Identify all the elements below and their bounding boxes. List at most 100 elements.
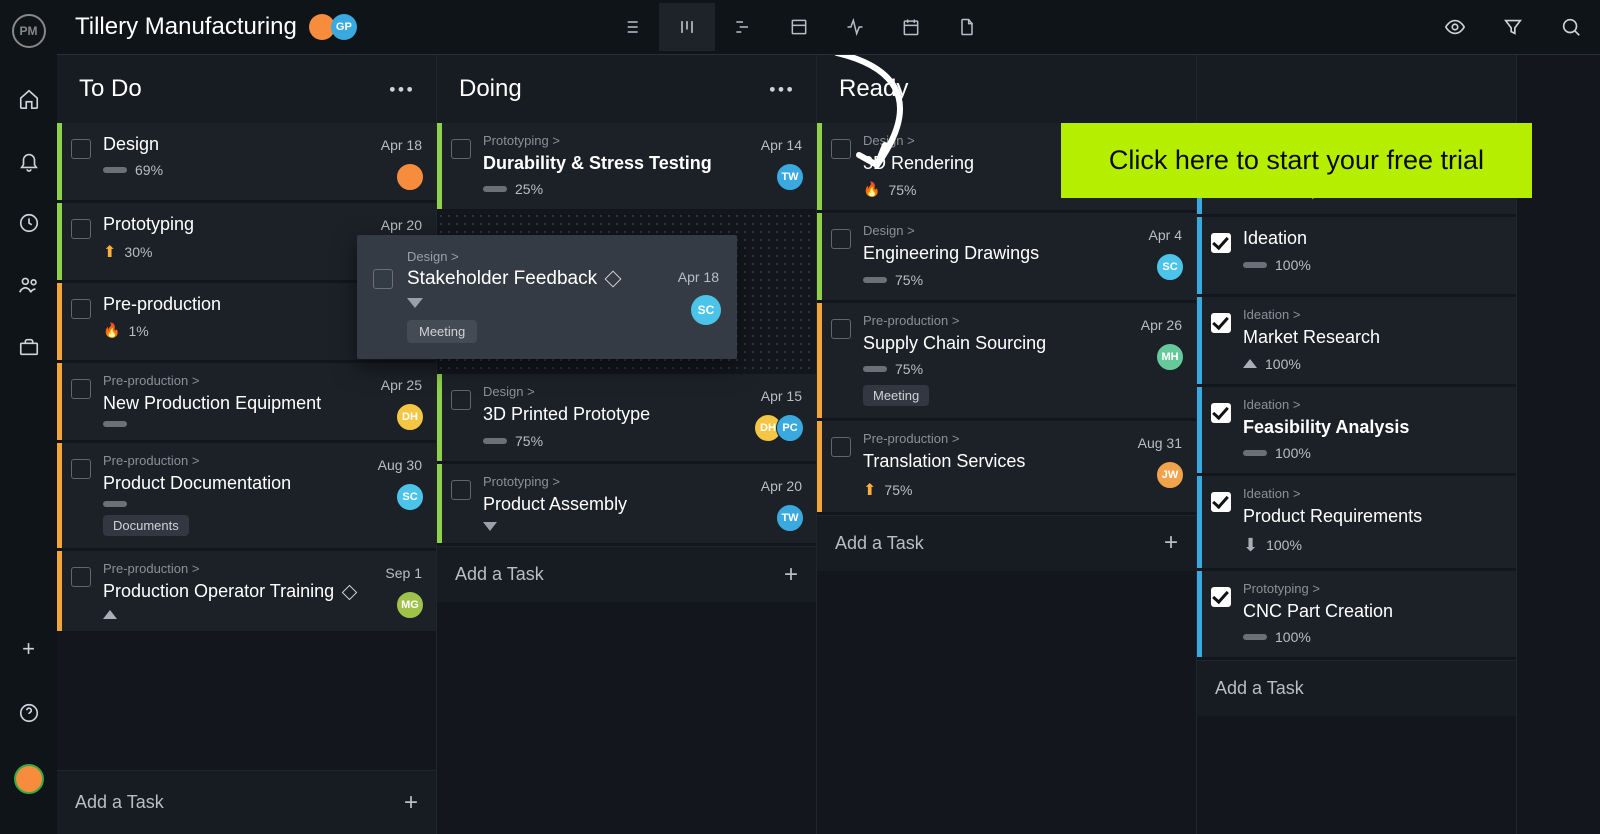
task-title: Product Requirements xyxy=(1243,505,1502,528)
checkbox[interactable] xyxy=(71,139,91,159)
task-card[interactable]: Ideation > Product Requirements ⬇100% xyxy=(1197,476,1516,568)
briefcase-icon[interactable] xyxy=(18,336,40,358)
task-breadcrumb: Design > xyxy=(407,249,719,264)
task-card[interactable]: Prototyping > CNC Part Creation 100% xyxy=(1197,571,1516,658)
assignee-avatar[interactable]: SC xyxy=(396,483,424,511)
assignee-avatar[interactable]: PC xyxy=(776,414,804,442)
task-breadcrumb: Ideation > xyxy=(1243,397,1502,412)
checkbox[interactable] xyxy=(451,139,471,159)
filter-icon[interactable] xyxy=(1502,16,1524,38)
history-icon[interactable] xyxy=(18,212,40,234)
assignee-avatar[interactable]: MG xyxy=(396,591,424,619)
task-card[interactable]: Pre-production > New Production Equipmen… xyxy=(57,363,436,441)
task-percent: 75% xyxy=(515,433,543,449)
dragging-card[interactable]: Design > Stakeholder Feedback Apr 18 SC … xyxy=(357,235,737,359)
task-title: Feasibility Analysis xyxy=(1243,416,1502,439)
task-title: Production Operator Training xyxy=(103,580,422,603)
view-list-icon[interactable] xyxy=(603,3,659,51)
task-card[interactable]: Pre-production > Product Documentation A… xyxy=(57,443,436,549)
assignee-avatar[interactable]: MH xyxy=(1156,343,1184,371)
task-card[interactable]: Prototyping > Durability & Stress Testin… xyxy=(437,123,816,210)
people-icon[interactable] xyxy=(18,274,40,296)
progress-bar xyxy=(103,421,127,427)
task-percent: 100% xyxy=(1266,537,1302,553)
checkbox-checked[interactable] xyxy=(1211,587,1231,607)
view-calendar-icon[interactable] xyxy=(883,3,939,51)
task-card[interactable]: Prototyping > Product Assembly Apr 20 TW xyxy=(437,464,816,544)
task-card[interactable]: Pre-production > Translation Services ⬆7… xyxy=(817,421,1196,512)
checkbox[interactable] xyxy=(373,269,393,289)
free-trial-callout[interactable]: Click here to start your free trial xyxy=(1061,123,1532,198)
checkbox[interactable] xyxy=(451,480,471,500)
kanban-board: To Do Design 69% Apr 18 Prototyping ⬆30%… xyxy=(57,55,1600,834)
task-card[interactable]: Design 69% Apr 18 xyxy=(57,123,436,201)
task-card[interactable]: Pre-production > Production Operator Tra… xyxy=(57,551,436,631)
assignee-avatar[interactable]: TW xyxy=(776,163,804,191)
task-breadcrumb: Pre-production > xyxy=(103,453,422,468)
checkbox[interactable] xyxy=(831,437,851,457)
task-title: CNC Part Creation xyxy=(1243,600,1502,623)
task-tag: Meeting xyxy=(407,320,477,343)
user-avatar[interactable] xyxy=(14,764,44,794)
task-percent: 100% xyxy=(1275,257,1311,273)
task-card[interactable]: Pre-production > Supply Chain Sourcing 7… xyxy=(817,303,1196,419)
task-card[interactable]: Design > 3D Printed Prototype 75% Apr 15… xyxy=(437,374,816,461)
checkbox[interactable] xyxy=(71,219,91,239)
home-icon[interactable] xyxy=(18,88,40,110)
view-gantt-icon[interactable] xyxy=(715,3,771,51)
assignee-avatar[interactable]: DH xyxy=(396,403,424,431)
checkbox-checked[interactable] xyxy=(1211,233,1231,253)
task-card[interactable]: Ideation > Market Research 100% xyxy=(1197,297,1516,384)
milestone-icon xyxy=(605,271,622,288)
checkbox[interactable] xyxy=(71,379,91,399)
checkbox[interactable] xyxy=(831,319,851,339)
app-logo[interactable]: PM xyxy=(12,14,46,48)
assignee-avatar[interactable]: SC xyxy=(691,295,721,325)
checkbox-checked[interactable] xyxy=(1211,313,1231,333)
assignee-avatar[interactable]: JW xyxy=(1156,461,1184,489)
task-percent: 75% xyxy=(895,272,923,288)
view-board-icon[interactable] xyxy=(659,3,715,51)
view-files-icon[interactable] xyxy=(939,3,995,51)
checkbox-checked[interactable] xyxy=(1211,492,1231,512)
task-card[interactable]: Ideation > Feasibility Analysis 100% xyxy=(1197,387,1516,474)
task-title: Market Research xyxy=(1243,326,1502,349)
task-breadcrumb: Prototyping > xyxy=(1243,581,1502,596)
task-date: Apr 25 xyxy=(381,377,422,393)
task-breadcrumb: Pre-production > xyxy=(103,373,422,388)
task-breadcrumb: Prototyping > xyxy=(483,474,802,489)
checkbox[interactable] xyxy=(71,299,91,319)
assignee-avatar[interactable]: TW xyxy=(776,504,804,532)
checkbox[interactable] xyxy=(831,139,851,159)
task-card[interactable]: Design > Engineering Drawings 75% Apr 4 … xyxy=(817,213,1196,300)
team-avatars[interactable]: GP xyxy=(313,14,357,40)
add-task-label: Add a Task xyxy=(1215,678,1304,699)
task-title: Prototyping xyxy=(103,213,422,236)
add-task-button[interactable]: Add a Task+ xyxy=(57,770,436,834)
checkbox[interactable] xyxy=(71,567,91,587)
checkbox[interactable] xyxy=(71,459,91,479)
add-task-button[interactable]: Add a Task xyxy=(1197,660,1516,716)
search-icon[interactable] xyxy=(1560,16,1582,38)
view-table-icon[interactable] xyxy=(771,3,827,51)
eye-icon[interactable] xyxy=(1444,16,1466,38)
add-icon[interactable]: + xyxy=(22,636,35,662)
task-date: Apr 20 xyxy=(381,217,422,233)
assignee-avatar[interactable]: SC xyxy=(1156,253,1184,281)
bell-icon[interactable] xyxy=(18,150,40,172)
checkbox-checked[interactable] xyxy=(1211,403,1231,423)
task-card[interactable]: Ideation 100% xyxy=(1197,217,1516,295)
assignee-avatar[interactable] xyxy=(396,163,424,191)
progress-bar xyxy=(1243,450,1267,456)
help-icon[interactable] xyxy=(18,702,40,724)
view-activity-icon[interactable] xyxy=(827,3,883,51)
task-title: Stakeholder Feedback xyxy=(407,268,719,290)
column-more-icon[interactable] xyxy=(768,85,794,94)
checkbox[interactable] xyxy=(831,229,851,249)
checkbox[interactable] xyxy=(451,390,471,410)
add-task-button[interactable]: Add a Task+ xyxy=(817,515,1196,571)
add-task-button[interactable]: Add a Task+ xyxy=(437,546,816,602)
project-title: Tillery Manufacturing xyxy=(75,13,297,41)
task-date: Aug 30 xyxy=(378,457,422,473)
column-more-icon[interactable] xyxy=(388,85,414,94)
